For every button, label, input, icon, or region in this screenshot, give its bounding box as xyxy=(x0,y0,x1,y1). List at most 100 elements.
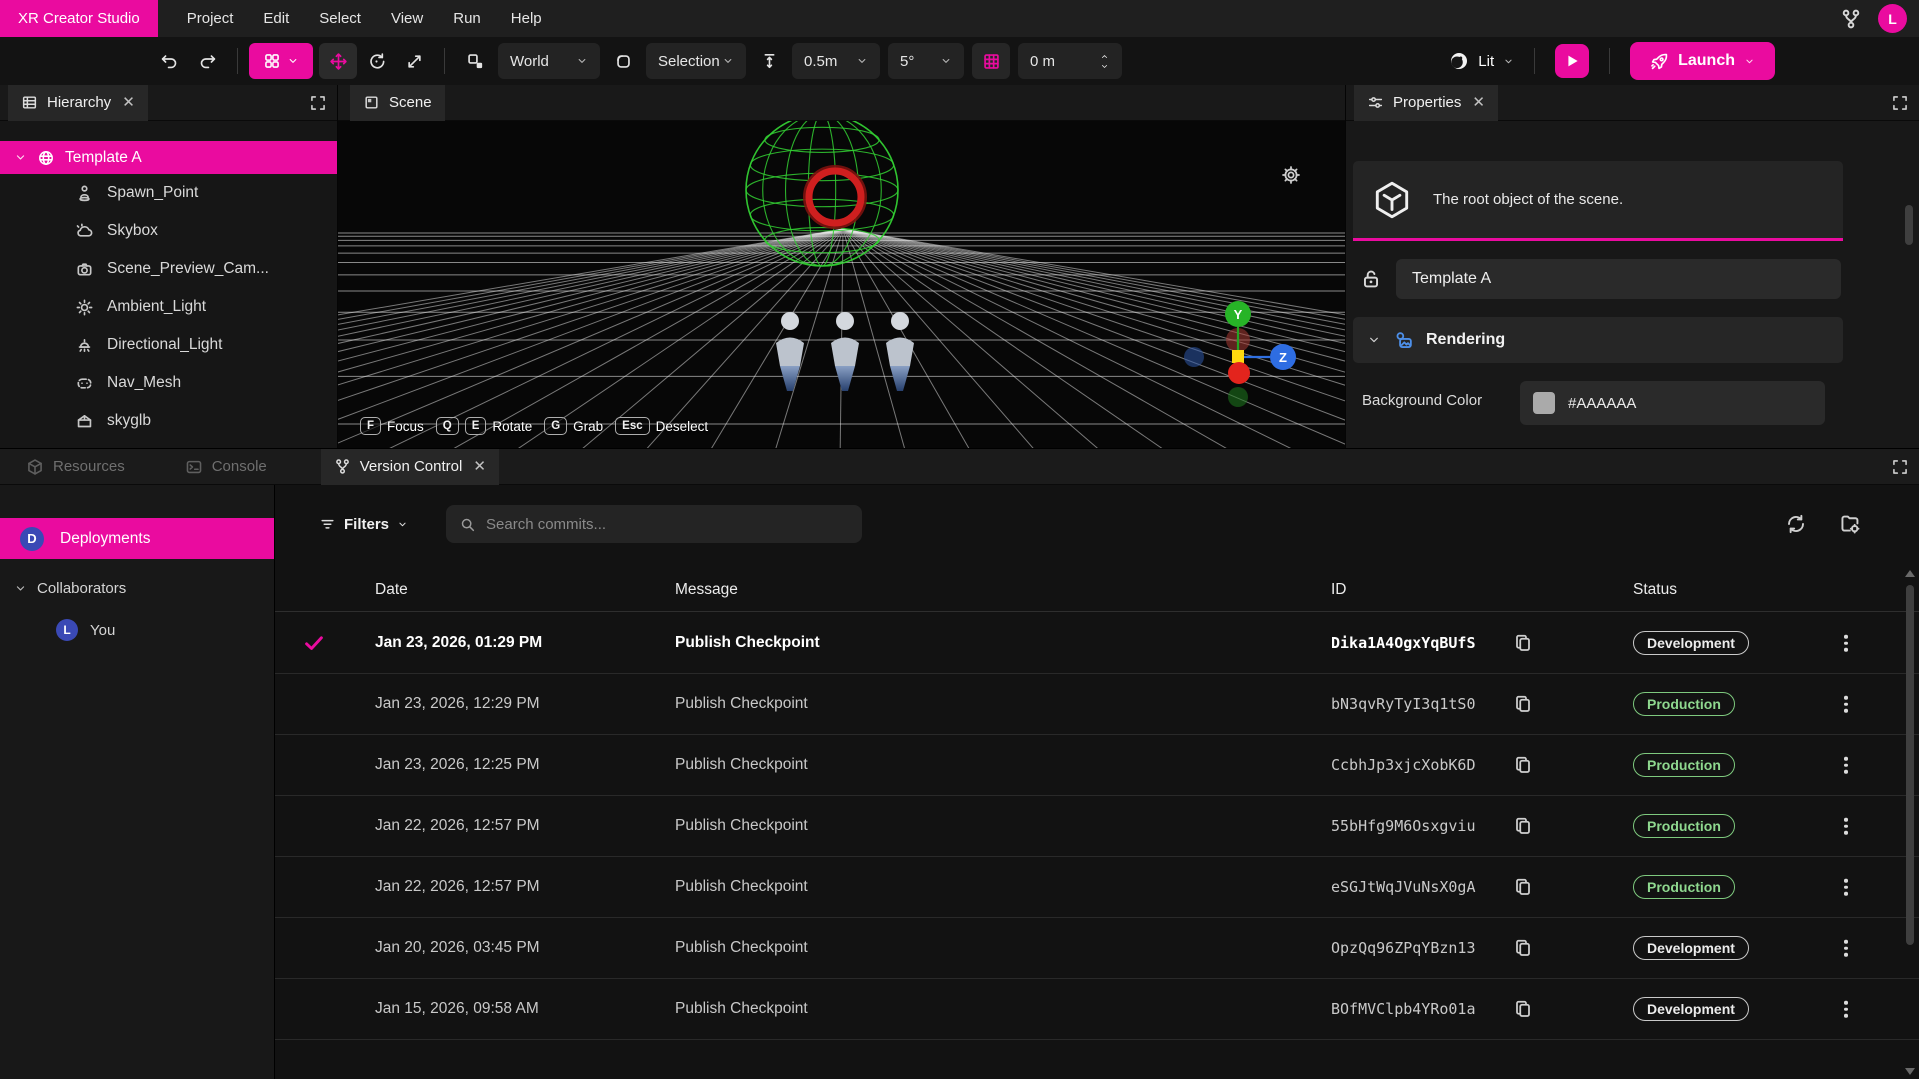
row-menu-button[interactable] xyxy=(1840,692,1852,717)
selection-mode-dropdown[interactable]: Selection xyxy=(646,43,746,79)
tab-resources[interactable]: Resources xyxy=(14,458,137,476)
sidebar-item-collaborators[interactable]: Collaborators xyxy=(0,571,274,605)
rendering-section-header[interactable]: Rendering xyxy=(1353,317,1843,363)
close-icon[interactable]: ✕ xyxy=(1470,95,1485,110)
sidebar-item-you[interactable]: L You xyxy=(0,613,274,647)
gizmo-y-label[interactable]: Y xyxy=(1234,307,1243,322)
frame-selection-button[interactable] xyxy=(604,43,642,79)
scrollbar-thumb[interactable] xyxy=(1906,585,1914,945)
pivot-mode-button[interactable] xyxy=(456,43,494,79)
move-tool-button[interactable] xyxy=(319,43,357,79)
wireframe-sphere[interactable] xyxy=(746,121,898,266)
sidebar-item-deployments[interactable]: D Deployments xyxy=(0,518,274,559)
background-color-input[interactable]: #AAAAAA xyxy=(1520,381,1825,425)
table-row[interactable]: Jan 22, 2026, 12:57 PMPublish Checkpoint… xyxy=(275,796,1919,857)
search-commits-input[interactable] xyxy=(486,516,849,533)
viewport-settings-gear-icon[interactable] xyxy=(1281,165,1301,185)
tree-item-ambient-light[interactable]: Ambient_Light xyxy=(0,288,337,326)
table-row[interactable]: Jan 15, 2026, 09:58 AMPublish Checkpoint… xyxy=(275,979,1919,1040)
menu-item-select[interactable]: Select xyxy=(304,0,376,37)
chevron-down-icon[interactable] xyxy=(14,151,27,164)
scrollbar-down-arrow[interactable] xyxy=(1905,1068,1915,1075)
menu-item-project[interactable]: Project xyxy=(172,0,249,37)
table-row[interactable]: Jan 23, 2026, 01:29 PMPublish Checkpoint… xyxy=(275,613,1919,674)
version-control-icon[interactable] xyxy=(1840,8,1862,30)
scene-canvas[interactable]: YZ xyxy=(338,121,1345,448)
menu-item-help[interactable]: Help xyxy=(496,0,557,37)
color-swatch[interactable] xyxy=(1533,392,1555,414)
close-icon[interactable]: ✕ xyxy=(120,95,135,110)
column-header-status[interactable]: Status xyxy=(1633,581,1677,599)
user-avatar[interactable]: L xyxy=(1878,4,1907,33)
row-menu-button[interactable] xyxy=(1840,997,1852,1022)
tab-properties[interactable]: Properties ✕ xyxy=(1354,85,1498,121)
menu-item-edit[interactable]: Edit xyxy=(248,0,304,37)
tree-item-directional-light[interactable]: Directional_Light xyxy=(0,326,337,364)
menu-item-view[interactable]: View xyxy=(376,0,438,37)
viewport-3d[interactable]: YZ FFocusQERotateGGrabEscDeselect xyxy=(338,121,1345,448)
tree-item-skybox[interactable]: Skybox xyxy=(0,212,337,250)
tree-item-skyglb[interactable]: skyglb xyxy=(0,402,337,440)
copy-id-button[interactable] xyxy=(1513,755,1533,775)
table-row[interactable]: Jan 20, 2026, 03:45 PMPublish Checkpoint… xyxy=(275,918,1919,979)
snap-grid-toggle[interactable] xyxy=(972,43,1010,79)
stepper-chevrons[interactable] xyxy=(1099,52,1110,71)
tree-item-nav-mesh[interactable]: Nav_Mesh xyxy=(0,364,337,402)
copy-id-button[interactable] xyxy=(1513,999,1533,1019)
expand-panel-icon[interactable] xyxy=(1891,458,1909,476)
scale-tool-button[interactable] xyxy=(395,43,433,79)
layout-grid-button[interactable] xyxy=(249,43,313,79)
grid-step-dropdown[interactable]: 0.5m xyxy=(792,43,880,79)
tree-item-scene-preview-cam-[interactable]: Scene_Preview_Cam... xyxy=(0,250,337,288)
column-header-id[interactable]: ID xyxy=(1331,581,1347,599)
tree-item-spawn-point[interactable]: Spawn_Point xyxy=(0,174,337,212)
console-icon xyxy=(185,458,203,476)
keycap-esc: Esc xyxy=(615,417,649,435)
shading-mode-dropdown[interactable]: Lit xyxy=(1449,51,1514,71)
table-row[interactable]: Jan 23, 2026, 12:29 PMPublish Checkpoint… xyxy=(275,674,1919,735)
expand-panel-icon[interactable] xyxy=(1891,94,1909,112)
height-stepper[interactable]: 0 m xyxy=(1018,43,1122,79)
undo-button[interactable] xyxy=(150,43,188,79)
redo-button[interactable] xyxy=(188,43,226,79)
row-menu-button[interactable] xyxy=(1840,753,1852,778)
refresh-icon[interactable] xyxy=(1785,513,1807,535)
copy-id-button[interactable] xyxy=(1513,877,1533,897)
filters-button[interactable]: Filters xyxy=(319,516,408,533)
avatar-figure[interactable] xyxy=(831,312,859,391)
scrollbar-thumb[interactable] xyxy=(1905,205,1913,245)
tab-version-control[interactable]: Version Control ✕ xyxy=(321,449,499,485)
row-menu-button[interactable] xyxy=(1840,875,1852,900)
tab-hierarchy[interactable]: Hierarchy ✕ xyxy=(8,85,148,121)
tab-scene[interactable]: Scene xyxy=(350,85,445,121)
copy-id-button[interactable] xyxy=(1513,694,1533,714)
vertical-snap-button[interactable] xyxy=(750,43,788,79)
table-row[interactable]: Jan 22, 2026, 12:57 PMPublish Checkpoint… xyxy=(275,857,1919,918)
unlock-icon[interactable] xyxy=(1360,268,1382,290)
launch-button[interactable]: Launch xyxy=(1630,42,1775,80)
commit-settings-icon[interactable] xyxy=(1839,513,1861,535)
scrollbar-up-arrow[interactable] xyxy=(1905,570,1915,577)
angle-step-dropdown[interactable]: 5° xyxy=(888,43,964,79)
copy-id-button[interactable] xyxy=(1513,938,1533,958)
rotate-tool-button[interactable] xyxy=(357,43,395,79)
menu-item-run[interactable]: Run xyxy=(438,0,496,37)
avatar-figure[interactable] xyxy=(886,312,914,391)
copy-id-button[interactable] xyxy=(1513,816,1533,836)
transform-space-dropdown[interactable]: World xyxy=(498,43,600,79)
table-row[interactable]: Jan 23, 2026, 12:25 PMPublish Checkpoint… xyxy=(275,735,1919,796)
play-button[interactable] xyxy=(1555,44,1589,78)
copy-id-button[interactable] xyxy=(1513,633,1533,653)
gizmo-z-label[interactable]: Z xyxy=(1279,350,1287,365)
row-menu-button[interactable] xyxy=(1840,631,1852,656)
row-menu-button[interactable] xyxy=(1840,936,1852,961)
row-menu-button[interactable] xyxy=(1840,814,1852,839)
column-header-message[interactable]: Message xyxy=(675,581,738,599)
avatar-figure[interactable] xyxy=(776,312,804,391)
expand-panel-icon[interactable] xyxy=(309,94,327,112)
column-header-date[interactable]: Date xyxy=(375,581,408,599)
object-name-field[interactable]: Template A xyxy=(1396,259,1841,299)
close-icon[interactable]: ✕ xyxy=(471,459,486,474)
tab-console[interactable]: Console xyxy=(173,458,279,476)
tree-item-template-a[interactable]: Template A xyxy=(0,141,337,174)
